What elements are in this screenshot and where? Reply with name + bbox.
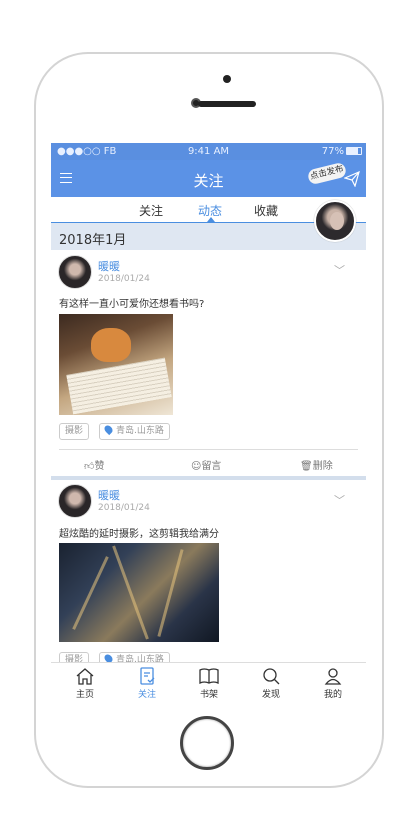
post-text: 有这样一直小可爱你还想看书吗? [59, 299, 205, 310]
feed-post: 暖暖 2018/01/24 ﹀ 超炫酷的延时摄影，这剪辑我给满分 摄影 青岛.山… [51, 480, 366, 669]
bottom-navigation: 主页 关注 书架 发现 我的 [51, 662, 366, 706]
status-bar: ●●●○○ FB 9:41 AM 77% [51, 143, 366, 160]
nav-home-label: 主页 [75, 690, 94, 700]
user-icon [324, 668, 342, 685]
comment-label: 留言 [201, 461, 222, 472]
header-bar: 关注 点击发布 [51, 160, 366, 197]
tag-location[interactable]: 青岛.山东路 [99, 423, 170, 440]
post-date: 2018/01/24 [98, 503, 150, 513]
profile-avatar[interactable] [314, 200, 356, 242]
send-icon[interactable] [344, 171, 360, 187]
battery-icon [346, 147, 362, 155]
author-name[interactable]: 暖暖 [98, 487, 120, 503]
tag-photography[interactable]: 摄影 [59, 423, 90, 440]
trash-icon: 🗑︎ [300, 461, 313, 472]
chevron-down-icon[interactable]: ﹀ [334, 262, 345, 278]
search-icon [263, 668, 280, 685]
follow-icon [140, 667, 155, 685]
phone-speaker [198, 101, 256, 107]
location-pin-icon [102, 423, 115, 436]
nav-discover[interactable]: 发现 [246, 663, 296, 700]
post-image-cat-book[interactable] [59, 314, 173, 415]
nav-profile[interactable]: 我的 [308, 663, 358, 700]
delete-label: 删除 [312, 461, 333, 472]
nav-discover-label: 发现 [261, 690, 280, 700]
delete-button[interactable]: 🗑︎删除 [300, 457, 333, 472]
location-label: 青岛.山东路 [116, 426, 164, 436]
nav-follow-label: 关注 [137, 690, 156, 700]
thumbs-up-icon: 👍︎ [84, 461, 95, 472]
chevron-down-icon[interactable]: ﹀ [334, 492, 345, 508]
phone-sensor [223, 75, 231, 83]
nav-bookshelf-label: 书架 [199, 690, 218, 700]
post-image-city-night[interactable] [59, 543, 219, 642]
tab-follow[interactable]: 关注 [139, 202, 163, 219]
battery-percent: 77% [321, 146, 344, 157]
comment-icon: ☺ [191, 461, 202, 472]
home-button[interactable] [180, 716, 234, 770]
nav-profile-label: 我的 [323, 690, 342, 700]
tab-favorites[interactable]: 收藏 [254, 202, 278, 219]
status-time: 9:41 AM [187, 146, 230, 157]
comment-button[interactable]: ☺留言 [191, 457, 221, 472]
app-screen: ●●●○○ FB 9:41 AM 77% 关注 点击发布 关注 动态 收藏 20… [51, 143, 366, 706]
post-actions: 👍︎赞 ☺留言 🗑︎删除 [51, 453, 366, 473]
like-label: 赞 [94, 461, 105, 472]
author-name[interactable]: 暖暖 [98, 258, 120, 274]
feed-post: 暖暖 2018/01/24 ﹀ 有这样一直小可爱你还想看书吗? 摄影 青岛.山东… [51, 250, 366, 476]
author-avatar[interactable] [58, 255, 92, 289]
nav-follow[interactable]: 关注 [122, 663, 172, 700]
divider [59, 449, 358, 450]
post-text: 超炫酷的延时摄影，这剪辑我给满分 [59, 529, 219, 540]
book-icon [199, 668, 219, 685]
home-icon [76, 668, 94, 685]
post-date: 2018/01/24 [98, 274, 150, 284]
like-button[interactable]: 👍︎赞 [84, 457, 104, 472]
nav-bookshelf[interactable]: 书架 [184, 663, 234, 700]
nav-home[interactable]: 主页 [60, 663, 110, 700]
month-label: 2018年1月 [59, 233, 127, 248]
author-avatar[interactable] [58, 484, 92, 518]
